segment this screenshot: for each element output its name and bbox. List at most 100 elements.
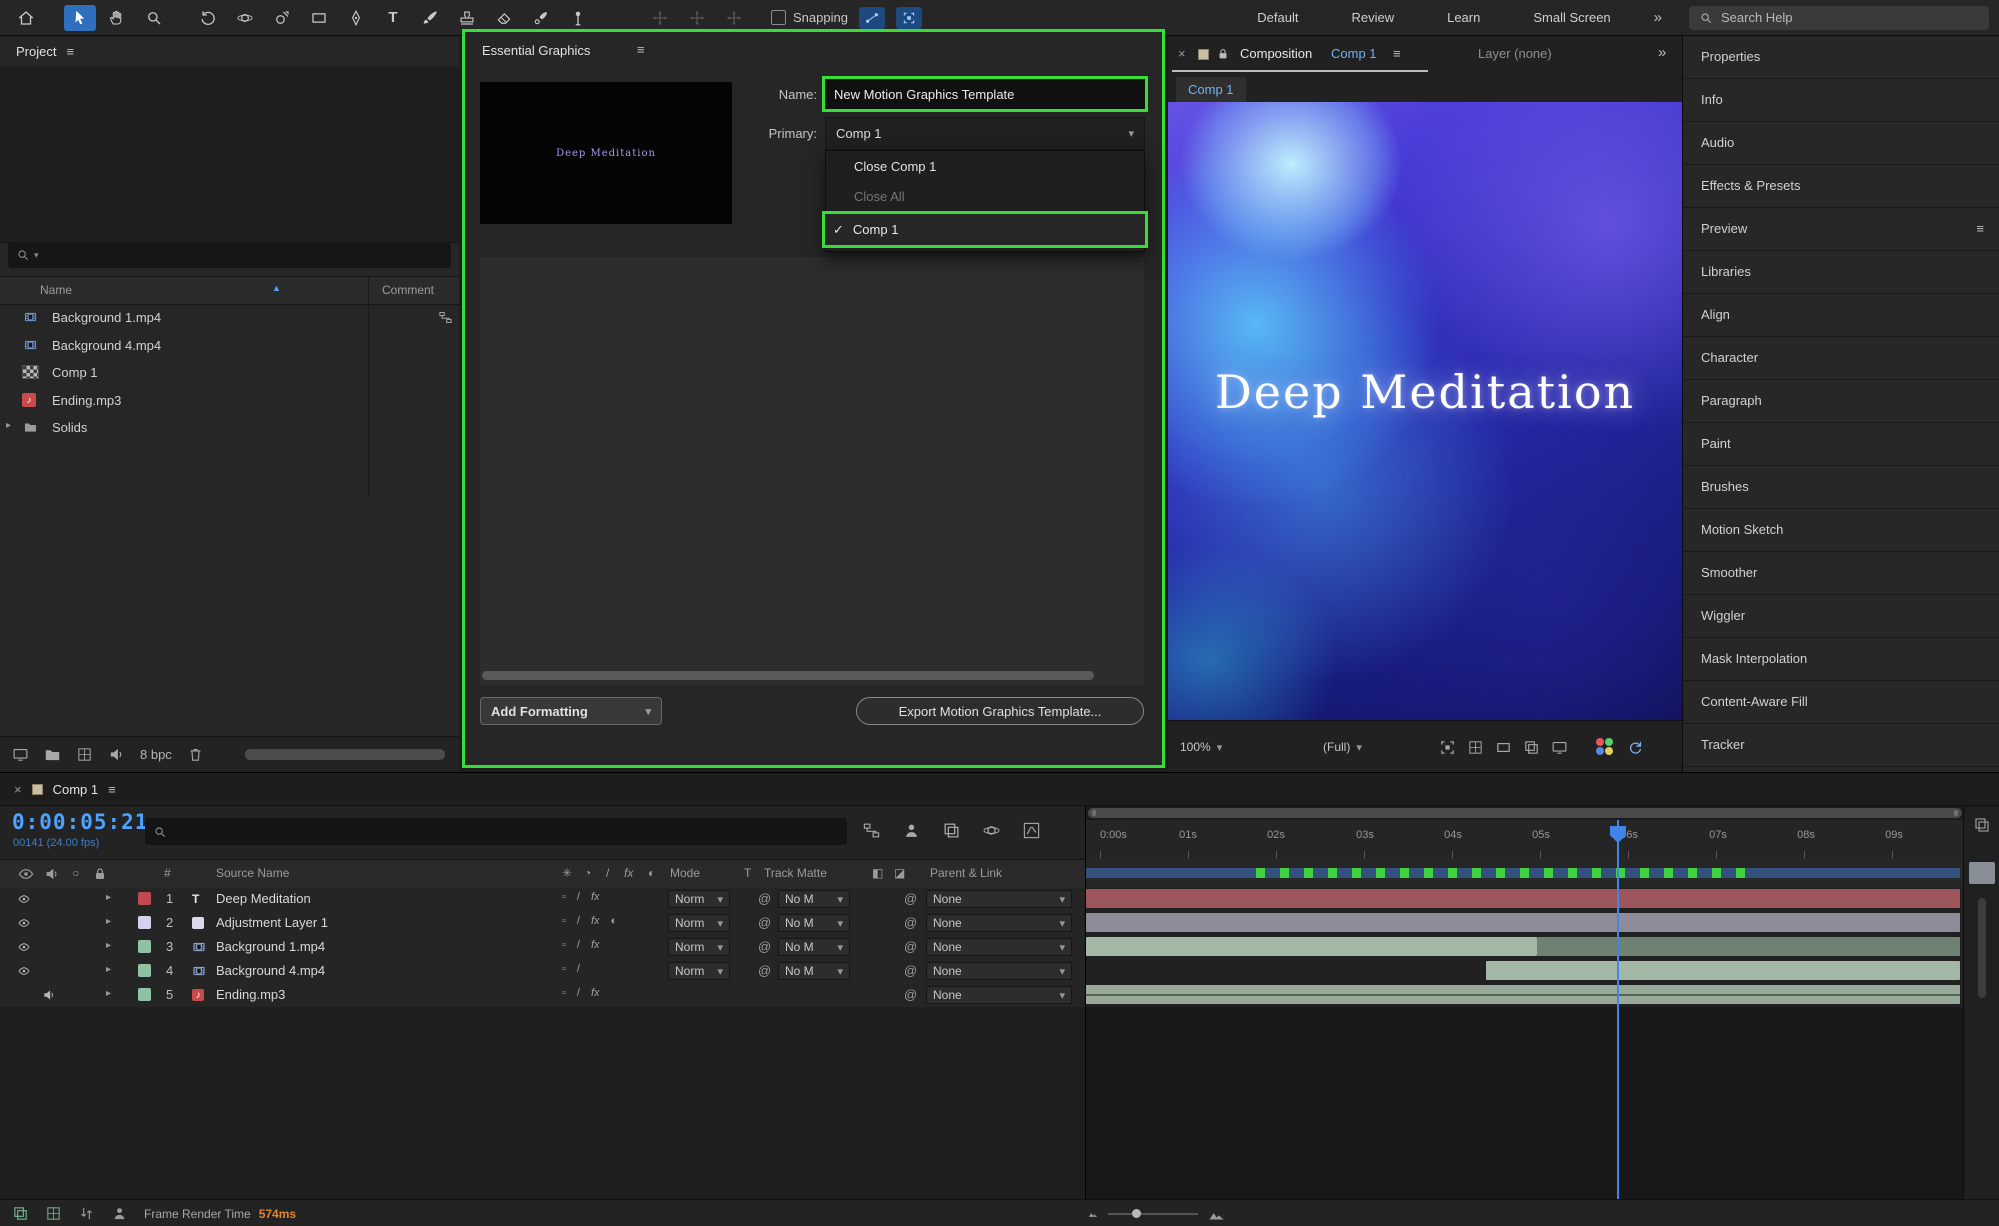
search-dropdown-icon[interactable]: ▾ — [34, 250, 39, 261]
snapping-checkbox[interactable] — [771, 10, 786, 25]
type-tool-icon[interactable]: T — [377, 5, 409, 31]
column-track-matte[interactable]: Track Matte — [764, 866, 827, 880]
parent-dropdown[interactable]: None ▾ — [926, 938, 1072, 956]
comp-marker-icon[interactable] — [1973, 816, 1991, 834]
clone-stamp-tool-icon[interactable] — [451, 5, 483, 31]
fx-switch-icon[interactable]: fx — [591, 939, 600, 951]
vertical-scrollbar-top[interactable] — [1969, 862, 1995, 884]
switch-shy-icon[interactable]: ✳ — [562, 866, 572, 880]
sidebar-item-smoother[interactable]: Smoother — [1683, 552, 1999, 595]
column-source-name[interactable]: Source Name — [216, 866, 289, 880]
workspace-tab-small-screen[interactable]: Small Screen — [1533, 10, 1610, 25]
parent-dropdown[interactable]: None ▾ — [926, 890, 1072, 908]
close-icon[interactable]: × — [1178, 46, 1186, 61]
magnification-dropdown[interactable]: 100% ▾ — [1180, 736, 1222, 758]
new-composition-icon[interactable] — [76, 746, 93, 763]
comp1-chip-tab[interactable]: Comp 1 — [1176, 77, 1246, 102]
transparency-grid-icon[interactable] — [1464, 736, 1486, 758]
graph-editor-icon[interactable] — [1022, 821, 1041, 840]
panel-menu-icon[interactable]: ≡ — [637, 42, 645, 57]
sidebar-item-mask-interpolation[interactable]: Mask Interpolation — [1683, 638, 1999, 681]
sidebar-item-brushes[interactable]: Brushes — [1683, 466, 1999, 509]
project-audio-icon[interactable] — [108, 746, 125, 763]
time-navigator[interactable] — [1086, 806, 1964, 820]
pickwhip-icon[interactable]: @ — [904, 891, 917, 906]
zoom-slider[interactable] — [1108, 1209, 1198, 1218]
menu-item-close-comp[interactable]: Close Comp 1 — [826, 151, 1144, 182]
hand-tool-icon[interactable] — [101, 5, 133, 31]
navigator-end-handle[interactable] — [1954, 810, 1958, 816]
resolution-dropdown[interactable]: (Full) ▾ — [1323, 736, 1362, 758]
horizontal-scrollbar[interactable] — [244, 749, 445, 760]
expand-right-icon[interactable]: ▸ — [106, 916, 111, 927]
vertical-scrollbar[interactable] — [1978, 898, 1986, 998]
workspace-tab-review[interactable]: Review — [1351, 10, 1394, 25]
eye-icon[interactable] — [16, 941, 32, 953]
pickwhip-icon[interactable]: @ — [904, 915, 917, 930]
matte-preserve-icon[interactable]: ◧ — [872, 866, 883, 880]
panel-menu-icon[interactable]: ≡ — [1393, 46, 1401, 61]
blend-mode-dropdown[interactable]: Norm ▾ — [668, 962, 730, 980]
project-item-solids[interactable]: ▸ Solids — [0, 414, 459, 441]
switch-fx-icon[interactable]: fx — [624, 866, 633, 880]
snap-bounds-toggle[interactable] — [895, 6, 922, 29]
sidebar-item-libraries[interactable]: Libraries — [1683, 251, 1999, 294]
layer-name[interactable]: Adjustment Layer 1 — [216, 915, 328, 930]
eye-icon[interactable] — [16, 893, 32, 905]
sidebar-item-info[interactable]: Info — [1683, 79, 1999, 122]
layer-duration-bar[interactable] — [1086, 937, 1537, 956]
sidebar-item-properties[interactable]: Properties — [1683, 36, 1999, 79]
composition-tab-comp-name[interactable]: Comp 1 — [1331, 46, 1377, 61]
time-navigator-thumb[interactable] — [1088, 808, 1962, 818]
expand-right-icon[interactable]: ▸ — [106, 892, 111, 903]
project-item-background1[interactable]: Background 1.mp4 — [0, 304, 459, 331]
sidebar-item-paint[interactable]: Paint — [1683, 423, 1999, 466]
label-color-chip[interactable] — [138, 892, 151, 905]
parent-dropdown[interactable]: None ▾ — [926, 962, 1072, 980]
layer-name[interactable]: Background 1.mp4 — [216, 939, 325, 954]
parent-dropdown[interactable]: None ▾ — [926, 986, 1072, 1004]
quality-switch-icon[interactable]: / — [577, 891, 580, 903]
adjustment-switch-icon[interactable]: ◐ — [611, 915, 618, 927]
layer-name[interactable]: Background 4.mp4 — [216, 963, 325, 978]
quality-switch-icon[interactable]: / — [577, 987, 580, 999]
layer-row-4[interactable]: ▸ 4 Background 4.mp4 ▫ / Norm ▾ @ No M ▾… — [0, 959, 1085, 984]
refresh-icon[interactable] — [1624, 736, 1646, 758]
sidebar-item-character[interactable]: Character — [1683, 337, 1999, 380]
composition-tab-title[interactable]: Composition — [1240, 46, 1312, 61]
label-color-chip[interactable] — [138, 964, 151, 977]
track-bar-row-1[interactable] — [1086, 887, 1964, 912]
layer-duration-bar[interactable] — [1086, 889, 1960, 908]
switch-collapse-icon[interactable]: ◔ — [584, 866, 591, 880]
column-t[interactable]: T — [744, 866, 751, 880]
pickwhip-icon[interactable]: @ — [758, 939, 771, 954]
rotate-tool-icon[interactable] — [192, 5, 224, 31]
layer-row-1[interactable]: ▸ 1 T Deep Meditation ▫ / fx Norm ▾ @ No… — [0, 887, 1085, 912]
speaker-icon[interactable] — [42, 988, 56, 1002]
time-ruler[interactable]: 0:00s 01s 02s 03s 04s 05s 06s 07s 08s 09… — [1086, 820, 1964, 860]
blend-mode-dropdown[interactable]: Norm ▾ — [668, 938, 730, 956]
pan-behind-tool-icon[interactable] — [266, 5, 298, 31]
zoom-out-mountain-icon[interactable] — [1088, 1209, 1098, 1219]
track-matte-dropdown[interactable]: No M ▾ — [778, 914, 850, 932]
collapse-switch-icon[interactable]: ▫ — [562, 963, 566, 975]
column-mode[interactable]: Mode — [670, 866, 700, 880]
search-help-field[interactable]: Search Help — [1689, 5, 1989, 30]
playhead-line[interactable] — [1617, 820, 1619, 1199]
matte-invert-icon[interactable]: ◪ — [894, 866, 905, 880]
collapse-switch-icon[interactable]: ▫ — [562, 939, 566, 951]
zoom-in-mountain-icon[interactable] — [1208, 1206, 1225, 1223]
motion-blur-icon[interactable] — [982, 821, 1001, 840]
shy-icon[interactable] — [111, 1205, 128, 1222]
parent-dropdown[interactable]: None ▾ — [926, 914, 1072, 932]
panel-menu-icon[interactable]: ≡ — [108, 782, 116, 797]
collapse-switch-icon[interactable]: ▫ — [562, 891, 566, 903]
home-icon[interactable] — [10, 5, 42, 31]
expand-right-icon[interactable]: ▸ — [106, 940, 111, 951]
video-column-icon[interactable] — [18, 866, 34, 882]
primary-comp-dropdown[interactable]: Comp 1 ▾ — [825, 117, 1145, 150]
camera-orbit-tool-icon[interactable] — [229, 5, 261, 31]
sidebar-item-align[interactable]: Align — [1683, 294, 1999, 337]
navigator-start-handle[interactable] — [1092, 810, 1096, 816]
horizontal-scrollbar[interactable] — [482, 671, 1094, 680]
